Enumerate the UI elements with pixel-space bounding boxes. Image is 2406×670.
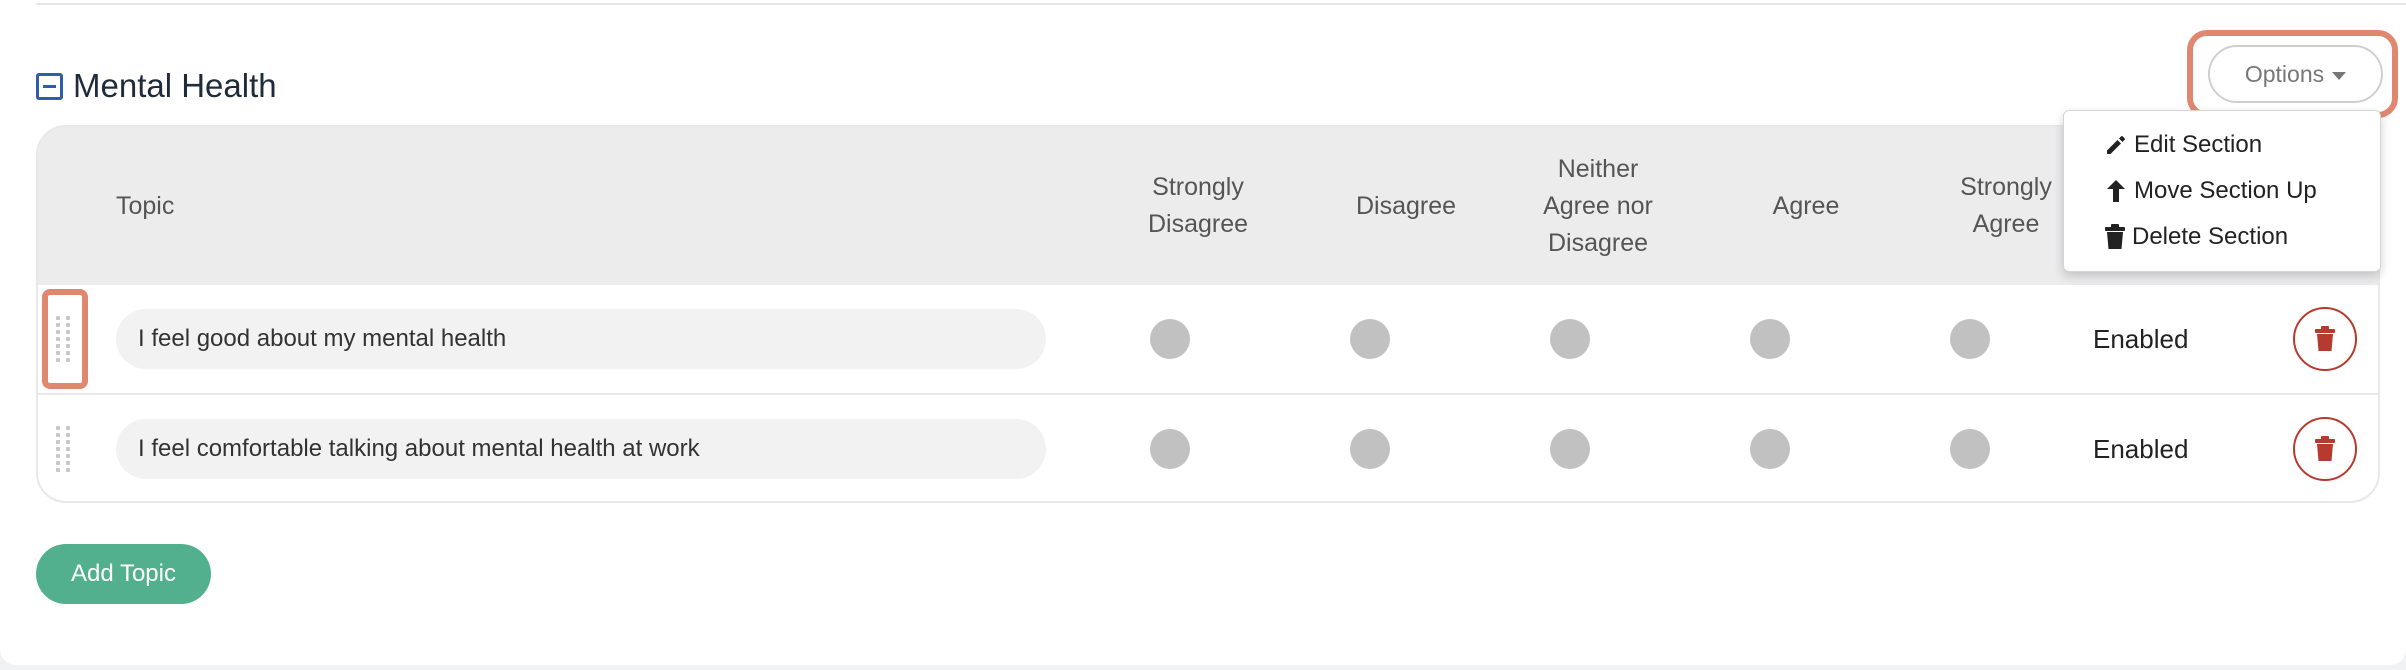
status-label: Enabled <box>2093 323 2189 354</box>
radio-strongly-agree[interactable] <box>1950 319 1990 359</box>
menu-item-label: Move Section Up <box>2134 177 2317 204</box>
header-topic: Topic <box>116 191 175 220</box>
trash-icon <box>2315 326 2335 351</box>
header-agree: Agree <box>1772 191 1840 220</box>
topic-input[interactable]: I feel good about my mental health <box>116 309 1046 369</box>
options-dropdown-menu: Edit Section Move Section Up Delete Sect… <box>2063 110 2381 272</box>
delete-topic-button[interactable] <box>2293 417 2357 481</box>
radio-agree[interactable] <box>1750 319 1790 359</box>
survey-section-card: Mental Health Options Topic Strongly Dis… <box>0 0 2406 665</box>
radio-strongly-disagree[interactable] <box>1150 319 1190 359</box>
radio-strongly-disagree[interactable] <box>1150 429 1190 469</box>
pencil-icon <box>2107 136 2125 154</box>
trash-icon <box>2105 224 2125 249</box>
options-button[interactable]: Options <box>2208 45 2383 103</box>
header-disagree: Disagree <box>1355 191 1457 220</box>
minus-square-icon[interactable] <box>36 72 63 100</box>
drag-handle-icon[interactable] <box>56 419 72 479</box>
radio-neither[interactable] <box>1550 429 1590 469</box>
arrow-up-icon <box>2107 180 2125 202</box>
delete-topic-button[interactable] <box>2293 307 2357 371</box>
top-divider <box>36 3 2406 5</box>
radio-disagree[interactable] <box>1350 429 1390 469</box>
status-label: Enabled <box>2093 433 2189 464</box>
caret-down-icon <box>2332 71 2347 80</box>
table-row: I feel comfortable talking about mental … <box>38 395 2378 501</box>
header-neither: Neither Agree nor Disagree <box>1543 154 1653 257</box>
table-header: Topic Strongly Disagree Disagree Neither… <box>38 127 2378 285</box>
header-strongly-disagree: Strongly Disagree <box>1147 173 1249 238</box>
topics-table: Topic Strongly Disagree Disagree Neither… <box>36 125 2380 503</box>
menu-item-edit-section[interactable]: Edit Section <box>2104 125 2262 165</box>
menu-item-move-section-up[interactable]: Move Section Up <box>2104 171 2317 211</box>
drag-handle-icon[interactable] <box>56 309 72 369</box>
radio-strongly-agree[interactable] <box>1950 429 1990 469</box>
menu-item-label: Edit Section <box>2134 131 2263 158</box>
radio-agree[interactable] <box>1750 429 1790 469</box>
section-header: Mental Health <box>36 66 277 106</box>
options-button-label: Options <box>2244 60 2325 87</box>
menu-item-delete-section[interactable]: Delete Section <box>2104 217 2288 257</box>
menu-item-label: Delete Section <box>2132 223 2289 250</box>
add-topic-button[interactable]: Add Topic <box>36 544 211 604</box>
trash-icon <box>2315 436 2335 461</box>
table-row: I feel good about my mental health Enabl… <box>38 285 2378 395</box>
topic-input[interactable]: I feel comfortable talking about mental … <box>116 419 1046 479</box>
radio-neither[interactable] <box>1550 319 1590 359</box>
section-title: Mental Health <box>73 67 277 104</box>
radio-disagree[interactable] <box>1350 319 1390 359</box>
